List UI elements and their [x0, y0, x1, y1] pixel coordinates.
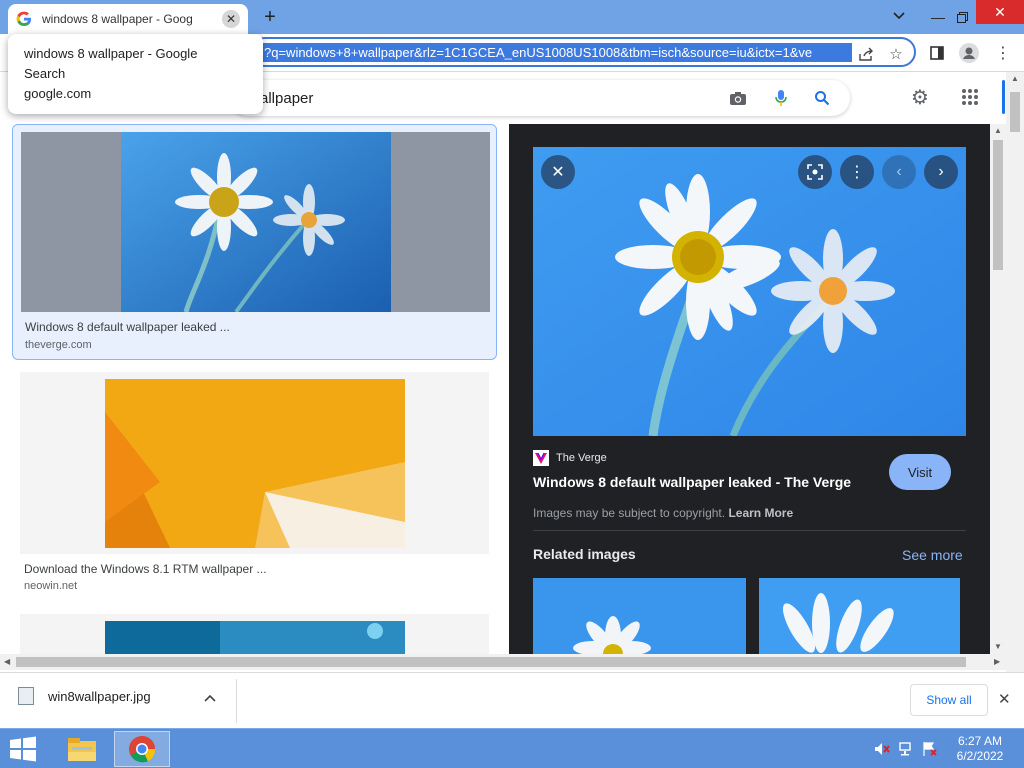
scroll-right-arrow-icon[interactable]: ▶ [994, 657, 1000, 666]
tooltip-url: google.com [24, 86, 92, 101]
camera-icon[interactable] [728, 88, 748, 108]
tab-title: windows 8 wallpaper - Google Se [42, 12, 192, 26]
system-clock[interactable]: 6:27 AM 6/2/2022 [950, 734, 1010, 764]
result-domain[interactable]: neowin.net [24, 580, 77, 592]
settings-gear-icon[interactable]: ⚙ [907, 84, 933, 110]
source-name: The Verge [556, 452, 607, 464]
next-image-icon[interactable]: › [924, 155, 958, 189]
google-icon [16, 11, 31, 26]
scroll-left-arrow-icon[interactable]: ◀ [4, 657, 10, 666]
tab-strip: windows 8 wallpaper - Google Se ✕ + — ✕ [0, 0, 1024, 34]
the-verge-logo-icon [533, 450, 549, 466]
visit-button[interactable]: Visit [889, 454, 951, 490]
previous-image-icon[interactable]: ‹ [882, 155, 916, 189]
result-thumbnail[interactable] [21, 132, 490, 312]
related-image-thumbnail[interactable] [533, 578, 746, 654]
image-file-icon [18, 687, 34, 705]
scrollbar-thumb[interactable] [16, 657, 966, 667]
address-bar[interactable]: ?q=windows+8+wallpaper&rlz=1C1GCEA_enUS1… [250, 37, 916, 67]
divider [236, 679, 237, 723]
result-caption[interactable]: Download the Windows 8.1 RTM wallpaper .… [24, 562, 267, 576]
window-close-button[interactable]: ✕ [976, 0, 1024, 24]
learn-more-link[interactable]: Learn More [728, 506, 793, 520]
tab-close-icon[interactable]: ✕ [222, 10, 240, 28]
result-caption[interactable]: Windows 8 default wallpaper leaked ... [25, 320, 230, 334]
scrollbar-thumb[interactable] [993, 140, 1003, 270]
lens-search-icon[interactable] [798, 155, 832, 189]
address-url[interactable]: ?q=windows+8+wallpaper&rlz=1C1GCEA_enUS1… [262, 42, 852, 62]
result-card[interactable] [12, 614, 497, 654]
related-image-thumbnail[interactable] [759, 578, 960, 654]
download-file-name[interactable]: win8wallpaper.jpg [48, 689, 151, 704]
windows-start-icon[interactable] [8, 735, 38, 763]
result-domain[interactable]: theverge.com [25, 339, 92, 351]
scroll-down-arrow-icon[interactable]: ▼ [994, 642, 1002, 651]
profile-avatar-icon[interactable] [958, 42, 980, 64]
taskbar: 6:27 AM 6/2/2022 [0, 728, 1024, 768]
preview-source[interactable]: The Verge [533, 450, 607, 466]
tooltip-title: windows 8 wallpaper - Google Search [24, 46, 198, 81]
download-bar: win8wallpaper.jpg Show all ✕ [0, 672, 1024, 728]
horizontal-scrollbar[interactable]: ◀ ▶ [0, 654, 1006, 670]
result-thumbnail[interactable] [20, 614, 489, 654]
chrome-menu-icon[interactable]: ⋮ [992, 42, 1014, 64]
browser-tab[interactable]: windows 8 wallpaper - Google Se ✕ [8, 4, 248, 34]
close-preview-icon[interactable]: ✕ [541, 155, 575, 189]
copyright-notice: Images may be subject to copyright. Lear… [533, 506, 793, 520]
google-apps-icon[interactable] [957, 84, 983, 110]
page-scrollbar[interactable]: ▲ [1006, 72, 1024, 672]
close-download-bar-icon[interactable]: ✕ [998, 690, 1011, 708]
result-card[interactable]: Download the Windows 8.1 RTM wallpaper .… [12, 372, 497, 602]
search-input[interactable]: allpaper [230, 80, 850, 116]
tab-search-chevron-icon[interactable] [887, 4, 911, 28]
copyright-text: Images may be subject to copyright. [533, 506, 726, 520]
more-options-icon[interactable]: ⋮ [840, 155, 874, 189]
scroll-up-arrow-icon[interactable]: ▲ [1011, 74, 1019, 83]
search-query[interactable]: allpaper [260, 90, 313, 107]
action-center-flag-icon[interactable] [922, 741, 938, 757]
result-card[interactable]: Windows 8 default wallpaper leaked ... t… [12, 124, 497, 360]
see-more-link[interactable]: See more [902, 547, 963, 563]
clock-date: 6/2/2022 [956, 749, 1004, 763]
preview-scrollbar[interactable]: ▲ ▼ [990, 124, 1006, 654]
side-panel-icon[interactable] [926, 42, 948, 64]
microphone-icon[interactable] [771, 88, 791, 108]
related-images-heading: Related images [533, 546, 636, 562]
volume-muted-icon[interactable] [874, 741, 890, 757]
image-preview-panel: ✕ ⋮ ‹ › The Verge Windows 8 default wall… [509, 124, 990, 654]
tab-hover-card: windows 8 wallpaper - Google Search goog… [8, 34, 263, 114]
image-results: Windows 8 default wallpaper leaked ... t… [0, 124, 508, 654]
network-icon[interactable] [898, 741, 914, 757]
new-tab-button[interactable]: + [258, 6, 282, 28]
show-all-button[interactable]: Show all [910, 684, 988, 716]
chevron-up-icon[interactable] [204, 691, 216, 705]
preview-title[interactable]: Windows 8 default wallpaper leaked - The… [533, 474, 851, 490]
preview-image[interactable] [533, 147, 966, 436]
chrome-icon[interactable] [114, 731, 170, 767]
bookmark-star-icon[interactable]: ☆ [886, 44, 906, 64]
divider [533, 530, 966, 531]
scrollbar-thumb[interactable] [1010, 92, 1020, 132]
account-accent-bar [1002, 80, 1005, 114]
result-thumbnail[interactable] [20, 372, 489, 554]
scroll-up-arrow-icon[interactable]: ▲ [994, 126, 1002, 135]
share-icon[interactable] [856, 44, 876, 64]
file-explorer-icon[interactable] [54, 731, 110, 767]
download-item[interactable]: win8wallpaper.jpg [18, 687, 151, 705]
clock-time: 6:27 AM [957, 734, 1003, 748]
search-icon[interactable] [812, 88, 832, 108]
